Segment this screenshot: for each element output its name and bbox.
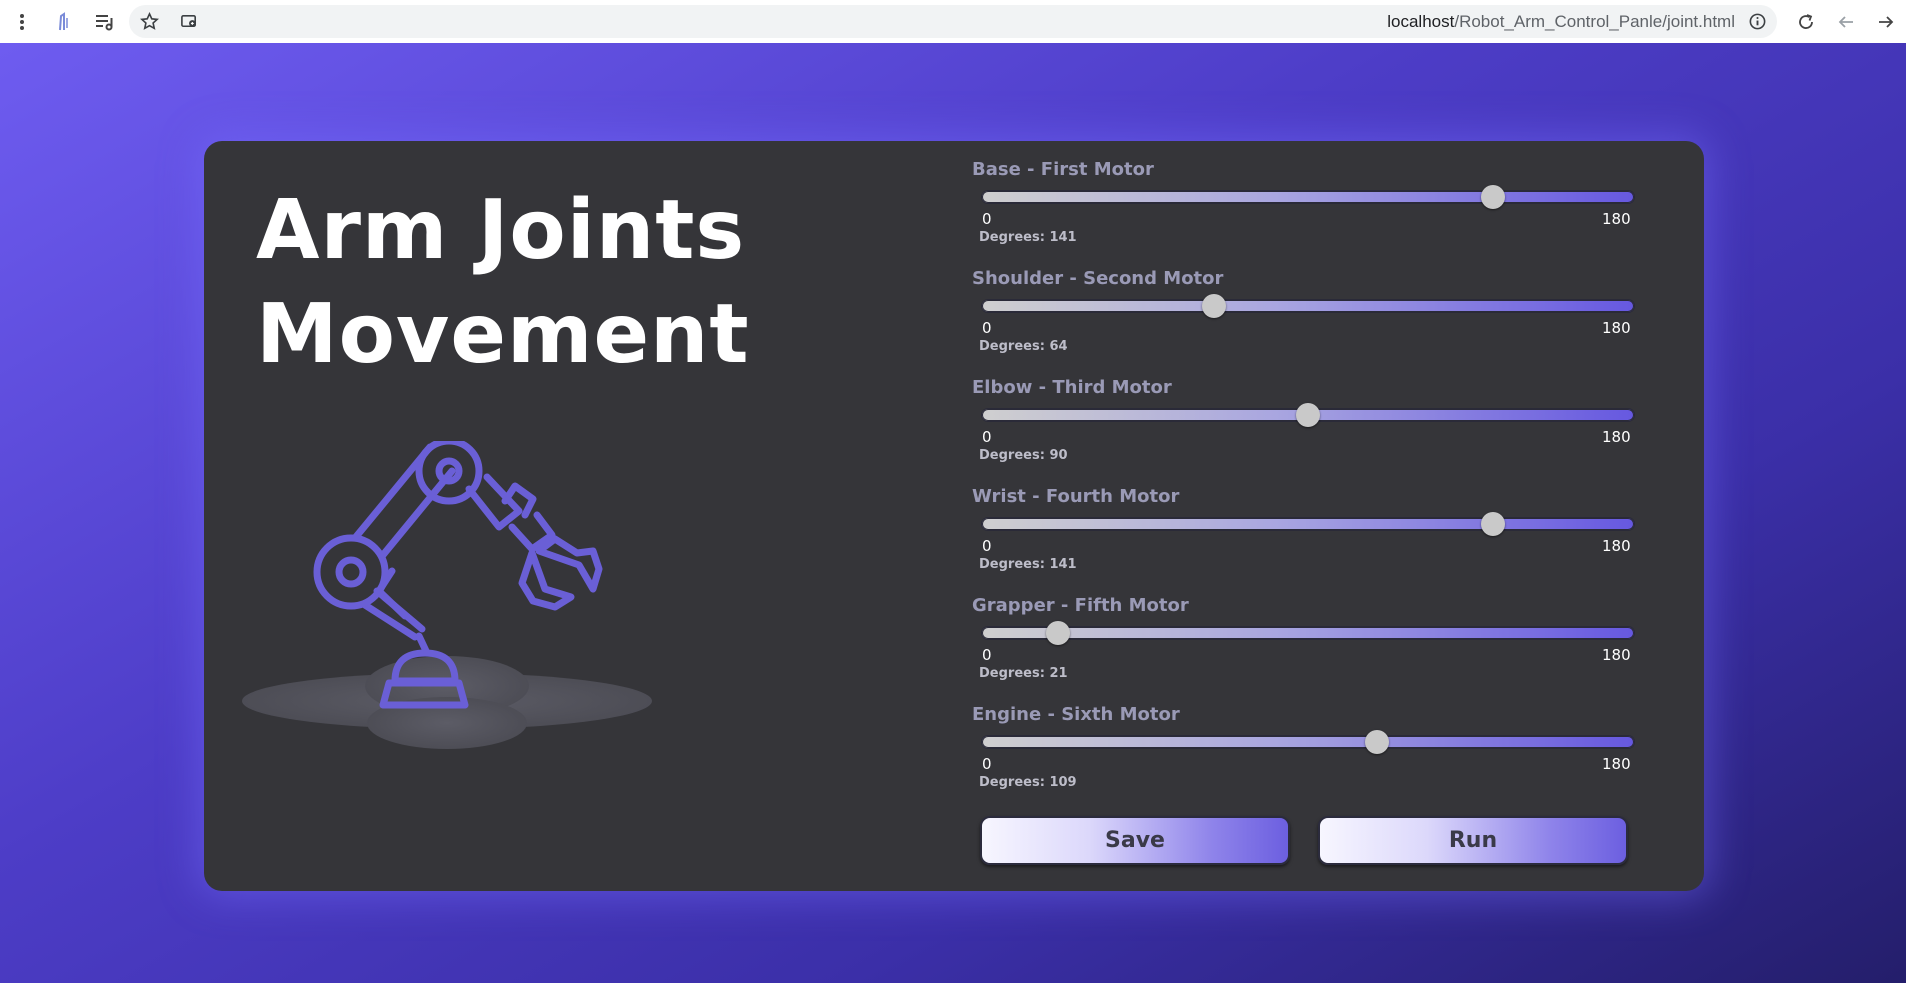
url-text: localhost/Robot_Arm_Control_Panle/joint.… bbox=[1387, 5, 1735, 38]
slider-max-label: 180 bbox=[1602, 210, 1631, 228]
degrees-label: Degrees: bbox=[979, 666, 1045, 681]
slider-track[interactable] bbox=[982, 294, 1634, 318]
slider-group-base: Base - First Motor 0 180 Degrees: 141 bbox=[972, 159, 1672, 268]
save-button[interactable]: Save bbox=[980, 816, 1290, 865]
reload-icon[interactable] bbox=[1786, 0, 1826, 43]
degrees-value: 109 bbox=[1049, 775, 1077, 790]
degrees-readout: Degrees: 64 bbox=[979, 339, 1068, 354]
extension-icon[interactable] bbox=[44, 0, 84, 43]
back-arrow-icon[interactable] bbox=[1826, 0, 1866, 43]
slider-min-label: 0 bbox=[982, 319, 992, 337]
slider-min-label: 0 bbox=[982, 428, 992, 446]
browser-toolbar: localhost/Robot_Arm_Control_Panle/joint.… bbox=[0, 0, 1906, 43]
url-host: localhost bbox=[1387, 11, 1455, 31]
slider-max-label: 180 bbox=[1602, 428, 1631, 446]
slider-min-label: 0 bbox=[982, 646, 992, 664]
slider-thumb[interactable] bbox=[1480, 185, 1505, 209]
slider-thumb[interactable] bbox=[1364, 730, 1389, 754]
slider-thumb[interactable] bbox=[1480, 512, 1505, 536]
degrees-readout: Degrees: 90 bbox=[979, 448, 1068, 463]
slider-max-label: 180 bbox=[1602, 646, 1631, 664]
screen-share-icon[interactable] bbox=[169, 5, 209, 38]
browser-menu-icon[interactable] bbox=[0, 0, 44, 43]
slider-group-engine: Engine - Sixth Motor 0 180 Degrees: 109 bbox=[972, 704, 1672, 813]
address-bar[interactable]: localhost/Robot_Arm_Control_Panle/joint.… bbox=[129, 5, 1777, 38]
motor-sliders: Base - First Motor 0 180 Degrees: 141 Should… bbox=[972, 159, 1672, 813]
degrees-readout: Degrees: 141 bbox=[979, 557, 1077, 572]
degrees-readout: Degrees: 141 bbox=[979, 230, 1077, 245]
slider-min-label: 0 bbox=[982, 210, 992, 228]
slider-label: Wrist - Fourth Motor bbox=[972, 486, 1180, 507]
title-line-1: Arm Joints bbox=[256, 183, 746, 278]
slider-track[interactable] bbox=[982, 185, 1634, 209]
slider-min-label: 0 bbox=[982, 755, 992, 773]
slider-group-grapper: Grapper - Fifth Motor 0 180 Degrees: 21 bbox=[972, 595, 1672, 704]
slider-label: Elbow - Third Motor bbox=[972, 377, 1172, 398]
reading-list-icon[interactable] bbox=[84, 0, 124, 43]
bookmark-star-icon[interactable] bbox=[129, 5, 169, 38]
degrees-value: 141 bbox=[1049, 557, 1077, 572]
slider-group-shoulder: Shoulder - Second Motor 0 180 Degrees: 64 bbox=[972, 268, 1672, 377]
slider-group-elbow: Elbow - Third Motor 0 180 Degrees: 90 bbox=[972, 377, 1672, 486]
slider-label: Grapper - Fifth Motor bbox=[972, 595, 1189, 616]
run-button[interactable]: Run bbox=[1318, 816, 1628, 865]
site-info-icon[interactable] bbox=[1748, 12, 1767, 31]
slider-track[interactable] bbox=[982, 403, 1634, 427]
slider-track[interactable] bbox=[982, 512, 1634, 536]
slider-thumb[interactable] bbox=[1046, 621, 1071, 645]
slider-max-label: 180 bbox=[1602, 319, 1631, 337]
control-panel-card: Arm Joints Movement Base - First Motor 0… bbox=[204, 141, 1704, 891]
slider-min-label: 0 bbox=[982, 537, 992, 555]
degrees-label: Degrees: bbox=[979, 230, 1045, 245]
forward-arrow-icon[interactable] bbox=[1866, 0, 1906, 43]
degrees-value: 141 bbox=[1049, 230, 1077, 245]
robot-arm-illustration bbox=[242, 441, 652, 749]
url-path: /Robot_Arm_Control_Panle/joint.html bbox=[1454, 11, 1735, 31]
slider-label: Engine - Sixth Motor bbox=[972, 704, 1180, 725]
degrees-readout: Degrees: 21 bbox=[979, 666, 1068, 681]
slider-group-wrist: Wrist - Fourth Motor 0 180 Degrees: 141 bbox=[972, 486, 1672, 595]
degrees-readout: Degrees: 109 bbox=[979, 775, 1077, 790]
slider-thumb[interactable] bbox=[1201, 294, 1226, 318]
degrees-value: 21 bbox=[1049, 666, 1068, 681]
degrees-label: Degrees: bbox=[979, 557, 1045, 572]
slider-label: Base - First Motor bbox=[972, 159, 1154, 180]
slider-max-label: 180 bbox=[1602, 755, 1631, 773]
page-title: Arm Joints Movement bbox=[256, 179, 896, 387]
title-line-2: Movement bbox=[256, 287, 750, 382]
page-background: Arm Joints Movement Base - First Motor 0… bbox=[0, 43, 1906, 983]
degrees-label: Degrees: bbox=[979, 448, 1045, 463]
degrees-label: Degrees: bbox=[979, 775, 1045, 790]
degrees-value: 64 bbox=[1049, 339, 1068, 354]
degrees-label: Degrees: bbox=[979, 339, 1045, 354]
slider-thumb[interactable] bbox=[1296, 403, 1320, 427]
slider-label: Shoulder - Second Motor bbox=[972, 268, 1224, 289]
slider-track[interactable] bbox=[982, 621, 1634, 645]
slider-max-label: 180 bbox=[1602, 537, 1631, 555]
degrees-value: 90 bbox=[1049, 448, 1068, 463]
slider-track[interactable] bbox=[982, 730, 1634, 754]
